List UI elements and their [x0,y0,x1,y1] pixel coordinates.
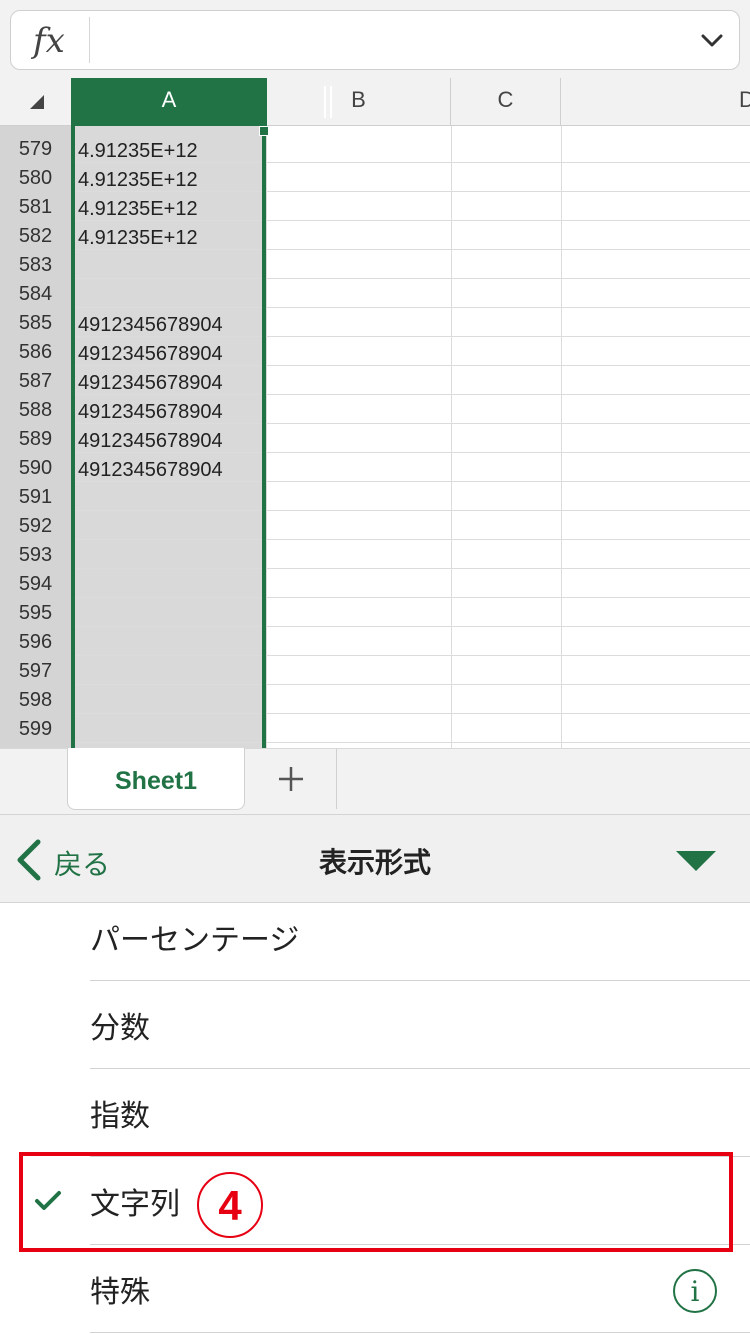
panel-title: 表示形式 [318,846,431,879]
cell-a[interactable]: 4.91235E+12 [78,166,262,195]
item-label: パーセンテージ [90,923,300,958]
cell-a[interactable] [78,688,262,717]
item-label: 特殊 [90,1275,150,1310]
column-header-b[interactable]: B [267,78,451,126]
cell-a[interactable]: 4.91235E+12 [78,224,262,253]
info-icon[interactable]: i [673,1269,717,1313]
item-label: 分数 [90,1011,150,1046]
row-header[interactable]: 593 [0,539,71,568]
cell-a[interactable] [78,514,262,543]
plus-icon [279,767,303,791]
collapse-triangle-icon[interactable] [676,851,716,871]
selection-handle[interactable] [259,126,269,136]
list-item-fraction[interactable]: 分数 [0,981,750,1069]
cell-a[interactable]: 4912345678904 [78,456,262,485]
formula-area: fx [0,0,750,78]
annotation-highlight-box [19,1152,733,1252]
cell-a[interactable]: 4912345678904 [78,340,262,369]
row-header[interactable]: 579 [0,133,71,162]
cell-a[interactable]: 4.91235E+12 [78,137,262,166]
selection-border-right [262,126,266,748]
add-sheet-button[interactable] [245,749,337,809]
cell-a[interactable] [78,253,262,282]
select-all-corner-icon[interactable] [30,95,44,109]
cell-a[interactable]: 4912345678904 [78,398,262,427]
row-header[interactable]: 599 [0,713,71,742]
sheet-tab-bar: Sheet1 [0,748,750,814]
column-label: B [351,87,366,112]
column-header-a[interactable]: A [71,78,332,126]
formula-bar[interactable]: fx [10,10,740,70]
row-header[interactable]: 583 [0,249,71,278]
cell-a[interactable] [78,543,262,572]
row-header[interactable]: 594 [0,568,71,597]
chevron-down-icon[interactable] [699,27,725,53]
row-header[interactable]: 589 [0,423,71,452]
annotation-step-badge: 4 [197,1172,263,1238]
cell-a[interactable] [78,485,262,514]
cell-a[interactable] [78,717,262,746]
column-header-c[interactable]: C [451,78,561,126]
spreadsheet-grid[interactable]: 579 580 581 582 583 584 585 586 587 588 589 590 591 5… [0,126,750,748]
row-header[interactable]: 586 [0,336,71,365]
column-header-d[interactable]: D [561,78,750,126]
row-header[interactable]: 580 [0,162,71,191]
row-header[interactable]: 591 [0,481,71,510]
fx-icon[interactable]: fx [33,21,65,61]
list-item-percentage[interactable]: パーセンテージ [0,893,750,981]
row-header[interactable]: 587 [0,365,71,394]
column-label: A [161,87,177,112]
cell-a[interactable] [78,572,262,601]
row-header[interactable]: 582 [0,220,71,249]
column-label: C [497,87,514,112]
divider [90,1332,750,1333]
row-header[interactable]: 598 [0,684,71,713]
formula-divider [89,17,90,63]
sheet-tab[interactable]: Sheet1 [67,748,245,810]
cell-a[interactable]: 4912345678904 [78,427,262,456]
selection-border-left [71,126,75,748]
cell-a[interactable]: 4912345678904 [78,369,262,398]
row-header[interactable]: 596 [0,626,71,655]
cell-a[interactable] [78,659,262,688]
cell-a[interactable] [78,601,262,630]
format-panel-header: 戻る 表示形式 [0,814,750,903]
column-label: D [739,87,750,112]
row-header[interactable]: 592 [0,510,71,539]
item-label: 指数 [90,1099,150,1134]
row-header[interactable]: 585 [0,307,71,336]
row-header[interactable]: 590 [0,452,71,481]
row-header[interactable]: 595 [0,597,71,626]
row-header[interactable]: 597 [0,655,71,684]
cell-a[interactable] [78,282,262,311]
row-header[interactable]: 581 [0,191,71,220]
row-headers: 579 580 581 582 583 584 585 586 587 588 589 590 591 5… [0,126,71,748]
row-header[interactable]: 584 [0,278,71,307]
list-item-scientific[interactable]: 指数 [0,1069,750,1157]
cell-a[interactable]: 4912345678904 [78,311,262,340]
cell-a[interactable] [78,630,262,659]
row-header[interactable]: 588 [0,394,71,423]
list-item-special[interactable]: 特殊 [0,1245,750,1333]
cell-a[interactable]: 4.91235E+12 [78,195,262,224]
column-header-bar: A B C D [0,78,750,126]
